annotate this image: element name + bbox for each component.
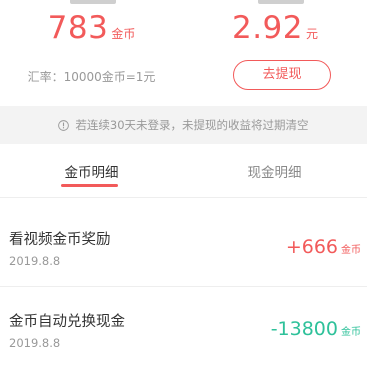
record-amount-value: -13800: [270, 318, 338, 340]
record-date: 2019.8.8: [9, 336, 61, 350]
active-tab-indicator: [61, 184, 118, 187]
expiry-notice: 若连续30天未登录，未提现的收益将过期清空: [0, 106, 367, 144]
record-amount: +666 金币: [286, 236, 361, 258]
tab-coin-details[interactable]: 金币明细: [0, 161, 183, 181]
record-amount-value: +666: [285, 236, 338, 258]
record-amount: -13800 金币: [271, 318, 361, 340]
exchange-rate: 汇率：10000金币=1元: [27, 70, 156, 84]
withdraw-button[interactable]: 去提现: [233, 60, 331, 90]
expiry-notice-text: 若连续30天未登录，未提现的收益将过期清空: [75, 118, 309, 132]
record-title: 金币自动兑换现金: [9, 314, 125, 330]
tab-cash-details[interactable]: 现金明细: [183, 161, 366, 181]
coin-balance-unit: 金币: [111, 27, 136, 41]
record-amount-unit: 金币: [341, 245, 361, 256]
detail-tabs: 金币明细 现金明细: [0, 144, 367, 198]
record-row: 金币自动兑换现金 2019.8.8 -13800 金币: [0, 288, 367, 367]
record-row: 看视频金币奖励 2019.8.8 +666 金币: [0, 206, 367, 287]
coin-balance-value: 783: [47, 10, 109, 46]
record-amount-unit: 金币: [341, 327, 361, 338]
info-circle-icon: [58, 119, 70, 131]
cash-balance-label-cut: [258, 0, 304, 4]
cash-balance-value: 2.92: [231, 10, 303, 46]
balance-header: 783 金币 2.92 元 汇率：10000金币=1元 去提现: [0, 0, 367, 100]
cash-balance: 2.92 元: [183, 10, 367, 46]
cash-balance-unit: 元: [306, 27, 319, 41]
coin-balance: 783 金币: [0, 10, 183, 46]
record-title: 看视频金币奖励: [9, 232, 111, 248]
record-date: 2019.8.8: [9, 254, 61, 268]
coin-balance-label-cut: [70, 0, 116, 4]
